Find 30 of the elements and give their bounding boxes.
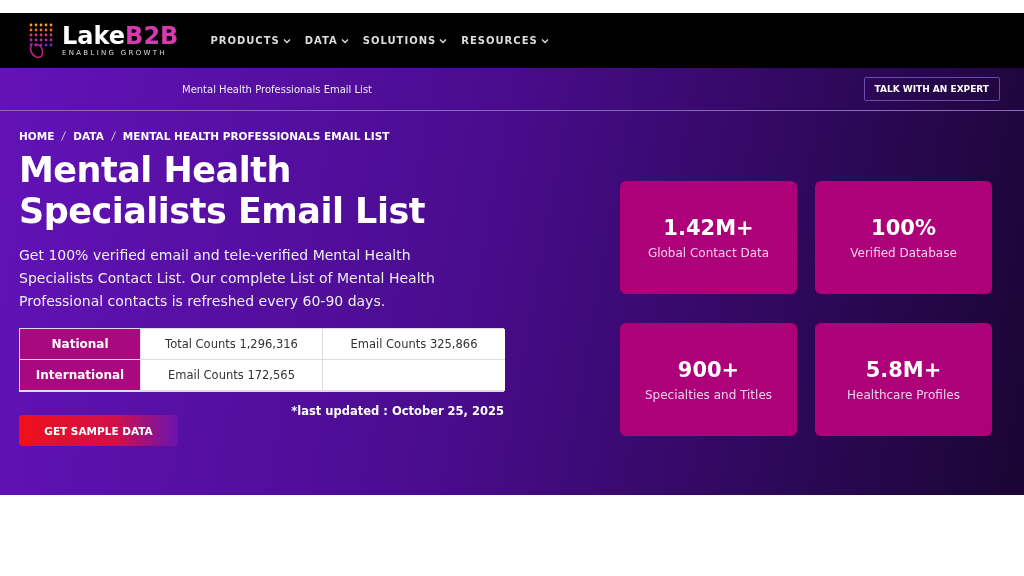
stat-value: 900+	[677, 357, 740, 382]
last-updated: *last updated : October 25, 2025	[291, 404, 504, 418]
stat-value: 1.42M+	[663, 215, 754, 240]
page-subtitle: Mental Health Professionals Email List	[182, 83, 373, 95]
description: Get 100% verified email and tele-verified Mental Health Specialists Contact List. Our complete List of Mental Health Professional contacts is refreshed every 60-90 days.	[19, 246, 436, 311]
stat-label: Verified Database	[850, 245, 957, 260]
stat-value: 5.8M+	[865, 357, 942, 382]
breadcrumb-link[interactable]: HOME	[19, 130, 55, 142]
slash-icon	[61, 131, 67, 141]
stat-label: Global Contact Data	[647, 245, 770, 260]
table-cell: Email Counts 172,565	[140, 360, 322, 391]
sample-data-button[interactable]: GET SAMPLE DATA	[19, 415, 178, 446]
breadcrumb-link[interactable]: MENTAL HEALTH PROFESSIONALS EMAIL LIST	[122, 130, 390, 142]
stat-label: Healthcare Profiles	[847, 387, 960, 402]
row-label: National	[20, 329, 140, 360]
logo-name: Lake	[62, 22, 126, 50]
row-label: International	[20, 360, 140, 391]
nav-link[interactable]: RESOURCES	[461, 35, 549, 46]
slash-icon	[110, 131, 116, 141]
table-cell: Email Counts 325,866	[322, 329, 505, 360]
breadcrumb-link[interactable]: DATA	[73, 130, 104, 142]
stat-value: 100%	[871, 215, 936, 240]
nav-link[interactable]: PRODUCTS	[210, 35, 291, 46]
stat-label: Specialties and Titles	[644, 387, 773, 402]
talk-expert-button[interactable]: TALK WITH AN EXPERT	[863, 77, 1000, 101]
logo-accent: B2B	[125, 22, 179, 50]
table-cell: Total Counts 1,296,316	[140, 329, 322, 360]
nav-link[interactable]: DATA	[304, 35, 349, 46]
page-heading: Mental Health Specialists Email List	[19, 150, 426, 232]
nav-link[interactable]: SOLUTIONS	[362, 35, 448, 46]
